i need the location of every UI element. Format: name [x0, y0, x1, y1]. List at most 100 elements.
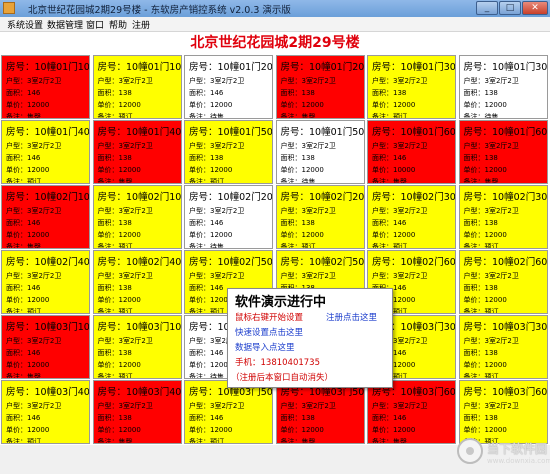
unit-layout-line: 户型：3室2厅2卫	[281, 141, 336, 151]
menu-bar: 系统设置 数据管理 窗口 帮助 注册	[0, 17, 550, 32]
unit-cell[interactable]: 房号：10幢01门102 户型：3室2厅2卫 面积：138 单价：12000 备注：预订	[92, 55, 182, 119]
price-value: 12000	[27, 231, 50, 239]
layout-value: 3室2厅2卫	[301, 402, 336, 410]
layout-label: 户型：	[189, 402, 210, 410]
price-label: 单价：	[372, 426, 393, 434]
area-value: 138	[484, 154, 498, 162]
price-label: 单价：	[189, 101, 210, 109]
note-label: 备注：	[463, 113, 485, 119]
unit-cell[interactable]: 房号：10幢01门501 户型：3室2厅2卫 面积：138 单价：12000 备注：预订	[184, 120, 273, 184]
price-value: 10000	[393, 166, 416, 174]
menu-help[interactable]: 帮助	[109, 18, 127, 31]
menu-register[interactable]: 注册	[132, 18, 150, 31]
unit-cell[interactable]: 房号：10幢02门302 户型：3室2厅2卫 面积：138 单价：12000 备注：预订	[458, 185, 548, 249]
unit-cell[interactable]: 房号：10幢02门101 户型：3室2厅2卫 面积：146 单价：12000 备注：售罄	[1, 185, 90, 249]
price-label: 单价：	[189, 296, 210, 304]
unit-cell[interactable]: 房号：10幢03门101 户型：3室2厅2卫 面积：146 单价：12000 备注：售罄	[1, 315, 90, 379]
unit-cell[interactable]: 房号：10幢02门402 户型：3室2厅2卫 面积：138 单价：12000 备注：预订	[92, 250, 182, 314]
unit-room-number: 房号：10幢01门202	[280, 59, 364, 73]
menu-system-settings[interactable]: 系统设置	[7, 18, 43, 31]
unit-cell[interactable]: 房号：10幢01门101 户型：3室2厅2卫 面积：146 单价：12000 备注：售罄	[1, 55, 90, 119]
main-content: 北京世纪花园城2期29号楼 房号：10幢01门101 户型：3室2厅2卫 面积：14…	[0, 32, 550, 465]
note-value: 预订	[210, 178, 224, 184]
unit-layout-line: 户型：3室2厅2卫	[372, 141, 427, 151]
unit-cell[interactable]: 房号：10幢03门102 户型：3室2厅2卫 面积：138 单价：12000 备注：预订	[92, 315, 182, 379]
note-label: 备注：	[372, 178, 393, 184]
note-label: 备注：	[189, 243, 210, 249]
unit-cell[interactable]: 房号：10幢03门502 户型：3室2厅2卫 面积：138 单价：12000 备注：售罄	[275, 380, 365, 444]
unit-cell[interactable]: 房号：10幢01门401 户型：3室2厅2卫 面积：146 单价：12000 备注：预订	[1, 120, 90, 184]
unit-cell[interactable]: 房号：10幢01门601 户型：3室2厅2卫 面积：146 单价：10000 备注：售罄	[367, 120, 456, 184]
popup-quick-setup-link[interactable]: 快速设置点击这里	[235, 326, 303, 338]
layout-value: 3室2厅2卫	[27, 142, 62, 150]
note-value: 预订	[118, 113, 133, 119]
area-value: 138	[118, 414, 132, 422]
unit-note-line: 备注：预订	[98, 242, 133, 248]
note-label: 备注：	[463, 243, 485, 249]
price-value: 12000	[393, 361, 416, 369]
note-label: 备注：	[6, 438, 27, 444]
unit-cell[interactable]: 房号：10幢02门401 户型：3室2厅2卫 面积：146 单价：12000 备注：预订	[1, 250, 90, 314]
unit-cell[interactable]: 房号：10幢01门602 户型：3室2厅2卫 面积：138 单价：12000 备注：售罄	[458, 120, 548, 184]
unit-cell[interactable]: 房号：10幢02门301 户型：3室2厅2卫 面积：146 单价：12000 备注：预订	[367, 185, 456, 249]
unit-note-line: 备注：待售	[189, 112, 224, 118]
minimize-button[interactable]: _	[476, 1, 498, 15]
popup-import-link[interactable]: 数据导入点这里	[235, 341, 295, 353]
area-value: 138	[484, 284, 498, 292]
unit-cell[interactable]: 房号：10幢02门201 户型：3室2厅2卫 面积：146 单价：12000 备注：待售	[184, 185, 273, 249]
unit-cell[interactable]: 房号：10幢01门402 户型：3室2厅2卫 面积：138 单价：12000 备注：售罄	[92, 120, 182, 184]
layout-label: 户型：	[97, 142, 119, 150]
area-label: 面积：	[372, 414, 393, 422]
price-value: 12000	[118, 296, 141, 304]
layout-label: 户型：	[6, 272, 27, 280]
area-value: 146	[210, 89, 224, 97]
unit-cell[interactable]: 房号：10幢03门402 户型：3室2厅2卫 面积：138 单价：12000 备注：售罄	[92, 380, 182, 444]
maximize-button[interactable]: □	[499, 1, 521, 15]
unit-cell[interactable]: 房号：10幢02门602 户型：3室2厅2卫 面积：138 单价：12000 备注：预订	[458, 250, 548, 314]
unit-cell[interactable]: 房号：10幢01门301 户型：3室2厅2卫 面积：138 单价：12000 备注：预订	[367, 55, 456, 119]
close-button[interactable]: ✕	[522, 1, 548, 15]
price-label: 单价：	[6, 426, 27, 434]
unit-room-number: 房号：10幢02门301	[372, 189, 455, 203]
area-label: 面积：	[463, 284, 485, 292]
unit-area-line: 面积：146	[189, 88, 223, 98]
note-label: 备注：	[189, 373, 210, 379]
room-label: 房号：	[280, 62, 310, 73]
price-value: 12000	[27, 296, 50, 304]
unit-area-line: 面积：138	[464, 218, 498, 228]
unit-cell[interactable]: 房号：10幢03门302 户型：3室2厅2卫 面积：138 单价：12000 备注：预订	[458, 315, 548, 379]
popup-register-link[interactable]: 注册点击这里	[326, 311, 377, 323]
area-value: 138	[118, 154, 132, 162]
room-value: 10幢01门201	[217, 62, 273, 73]
room-value: 10幢01门401	[34, 127, 90, 138]
room-value: 10幢02门102	[126, 192, 182, 203]
area-value: 138	[393, 89, 407, 97]
unit-cell[interactable]: 房号：10幢03门601 户型：3室2厅2卫 面积：146 单价：12000 备注：售罄	[367, 380, 456, 444]
unit-area-line: 面积：138	[98, 218, 132, 228]
unit-cell[interactable]: 房号：10幢02门102 户型：3室2厅2卫 面积：138 单价：12000 备注：预订	[92, 185, 182, 249]
unit-area-line: 面积：146	[6, 218, 40, 228]
unit-cell[interactable]: 房号：10幢01门202 户型：3室2厅2卫 面积：138 单价：12000 备注：售罄	[275, 55, 365, 119]
unit-cell[interactable]: 房号：10幢01门201 户型：3室2厅2卫 面积：146 单价：12000 备注：待售	[184, 55, 273, 119]
unit-price-line: 单价：12000	[189, 230, 232, 240]
area-label: 面积：	[372, 154, 393, 162]
unit-room-number: 房号：10幢01门601	[372, 124, 455, 138]
unit-price-line: 单价：12000	[372, 100, 415, 110]
menu-data-management[interactable]: 数据管理	[47, 18, 83, 31]
unit-price-line: 单价：12000	[189, 425, 232, 435]
unit-cell[interactable]: 房号：10幢03门501 户型：3室2厅2卫 面积：146 单价：12000 备注：预订	[184, 380, 273, 444]
unit-cell[interactable]: 房号：10幢01门302 户型：3室2厅2卫 面积：138 单价：12000 备注：待售	[458, 55, 548, 119]
room-label: 房号：	[372, 192, 401, 203]
note-value: 售罄	[484, 178, 499, 184]
price-value: 12000	[210, 101, 233, 109]
unit-cell[interactable]: 房号：10幢03门401 户型：3室2厅2卫 面积：146 单价：12000 备注：预订	[1, 380, 90, 444]
unit-note-line: 备注：预订	[189, 307, 224, 313]
unit-cell[interactable]: 房号：10幢02门202 户型：3室2厅2卫 面积：138 单价：12000 备注：预订	[275, 185, 365, 249]
price-value: 12000	[210, 166, 233, 174]
layout-label: 户型：	[97, 272, 119, 280]
menu-window[interactable]: 窗口	[86, 18, 104, 31]
unit-price-line: 单价：12000	[98, 100, 141, 110]
room-label: 房号：	[6, 127, 35, 138]
unit-cell[interactable]: 房号：10幢01门502 户型：3室2厅2卫 面积：138 单价：12000 备注：待售	[275, 120, 365, 184]
unit-note-line: 备注：待售	[189, 372, 224, 379]
